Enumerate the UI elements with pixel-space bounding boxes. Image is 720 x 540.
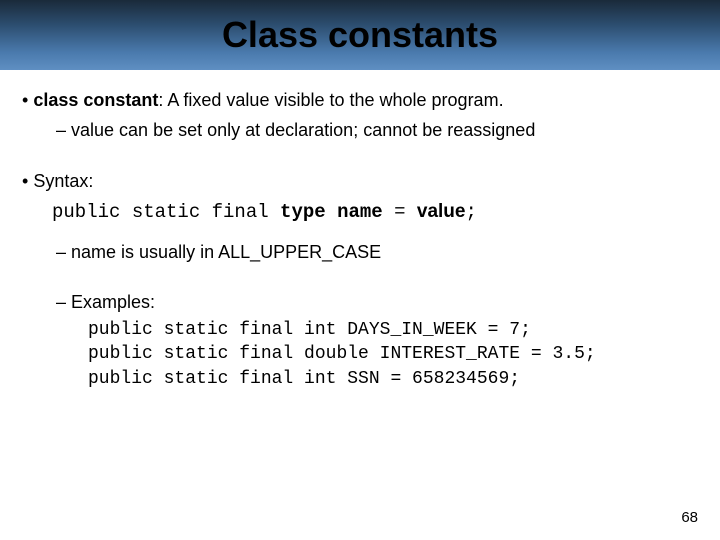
syntax-label: Syntax: xyxy=(33,171,93,191)
bullet-sub-1: – value can be set only at declaration; … xyxy=(56,118,698,142)
slide-content: • class constant: A fixed value visible … xyxy=(0,70,720,401)
bullet-syntax: • Syntax: xyxy=(22,169,698,193)
term-label: class constant xyxy=(33,90,158,110)
sub1-text: value can be set only at declaration; ca… xyxy=(71,120,535,140)
bullet-sub-3: – Examples: xyxy=(56,290,698,314)
syntax-prefix: public static final xyxy=(52,201,280,223)
example-code: public static final int DAYS_IN_WEEK = 7… xyxy=(88,318,698,391)
syntax-type: type xyxy=(280,201,326,223)
page-number: 68 xyxy=(681,509,698,526)
bullet-definition: • class constant: A fixed value visible … xyxy=(22,88,698,112)
sub3-text: Examples: xyxy=(71,292,155,312)
syntax-eq: = xyxy=(383,201,417,223)
syntax-line: public static final type name = value; xyxy=(52,199,698,226)
title-bar: Class constants xyxy=(0,0,720,70)
syntax-semi: ; xyxy=(465,201,476,223)
term-rest: : A fixed value visible to the whole pro… xyxy=(158,90,503,110)
syntax-value: value xyxy=(417,201,466,222)
syntax-name: name xyxy=(337,201,383,223)
bullet-sub-2: – name is usually in ALL_UPPER_CASE xyxy=(56,240,698,264)
slide-title: Class constants xyxy=(222,14,498,56)
sub2-text: name is usually in ALL_UPPER_CASE xyxy=(71,242,381,262)
